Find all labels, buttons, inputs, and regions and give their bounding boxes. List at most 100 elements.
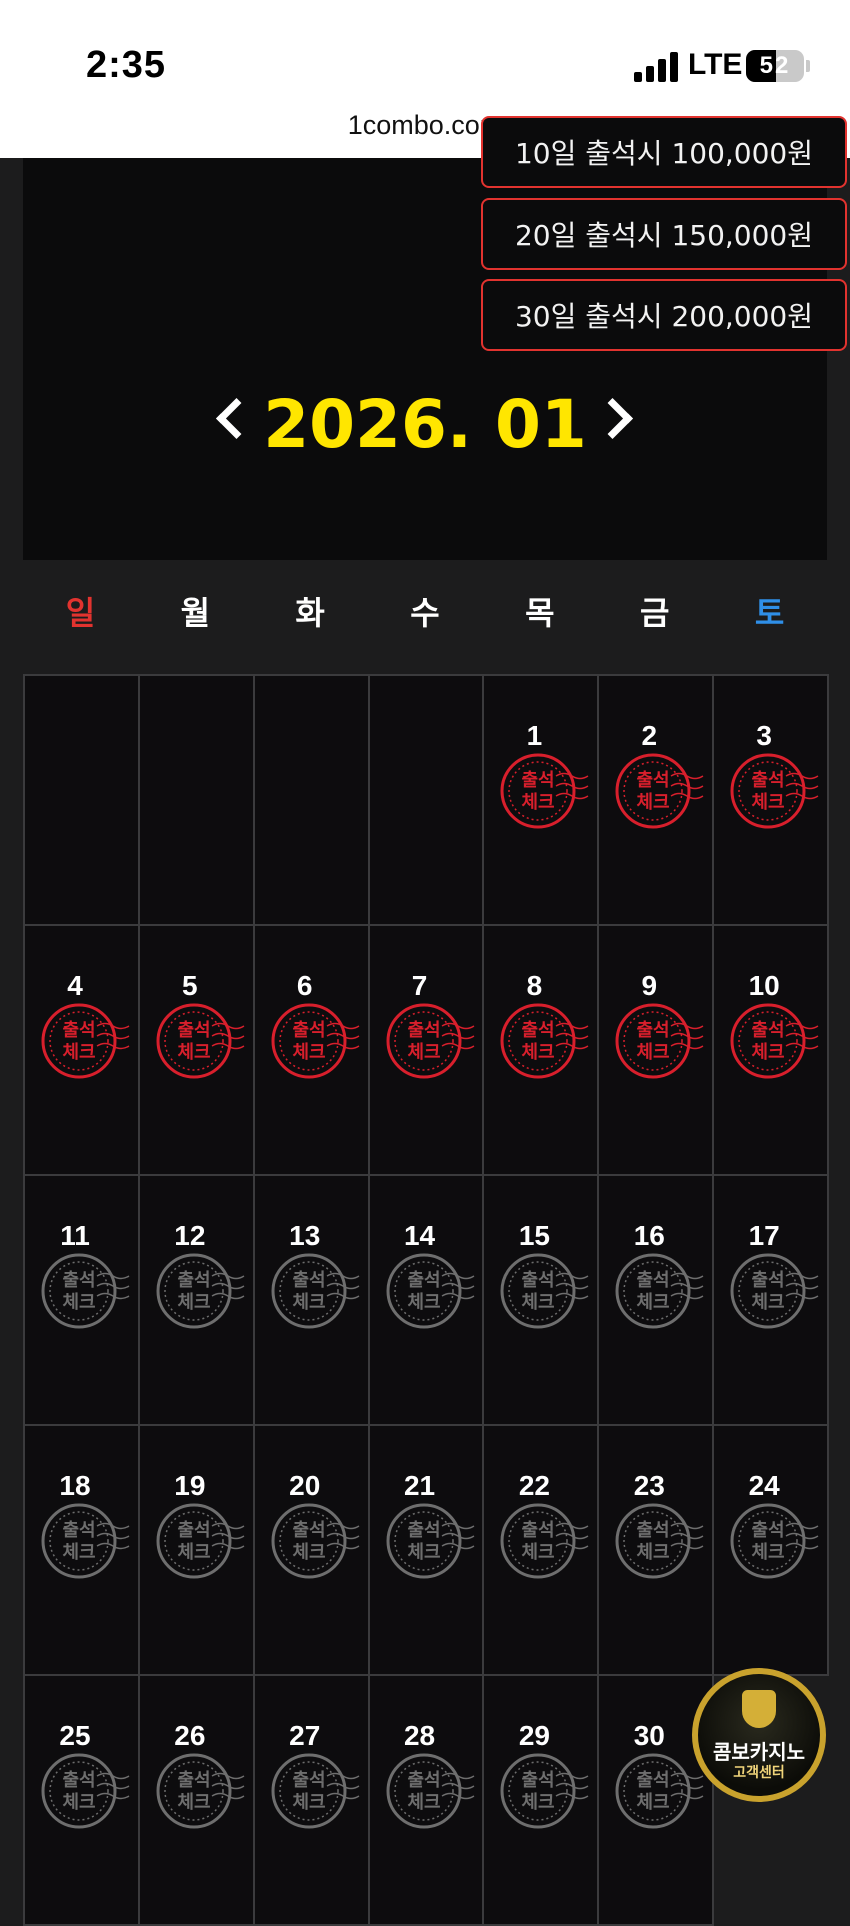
svg-text:출석: 출석 xyxy=(752,1020,785,1041)
attendance-stamp-checked-icon: 출석 체크 xyxy=(382,996,482,1086)
attendance-stamp-empty-icon: 출석 체크 xyxy=(726,1496,826,1586)
attendance-stamp-empty-icon: 출석 체크 xyxy=(37,1496,137,1586)
svg-text:체크: 체크 xyxy=(637,1292,670,1313)
weekday-label: 목 xyxy=(525,594,555,632)
svg-text:체크: 체크 xyxy=(637,1042,670,1063)
attendance-stamp-empty-icon: 출석 체크 xyxy=(611,1246,711,1336)
svg-text:출석: 출석 xyxy=(637,1270,670,1291)
calendar-day-cell[interactable]: 20 출석 체크 xyxy=(254,1426,370,1676)
month-navigation: 2026. 01 xyxy=(0,386,850,463)
svg-text:체크: 체크 xyxy=(637,1792,670,1813)
calendar-day-cell[interactable]: 24 출석 체크 xyxy=(714,1426,829,1676)
battery-tip xyxy=(806,60,810,72)
svg-text:체크: 체크 xyxy=(522,1042,555,1063)
svg-text:체크: 체크 xyxy=(292,1292,325,1313)
calendar-day-cell[interactable]: 3 출석 체크 xyxy=(714,676,829,926)
svg-text:출석: 출석 xyxy=(177,1020,210,1041)
attendance-stamp-checked-icon: 출석 체크 xyxy=(496,746,596,836)
calendar-day-cell[interactable]: 17 출석 체크 xyxy=(714,1176,829,1426)
weekday-header: 일월화수목금토 xyxy=(23,588,827,648)
calendar-day-cell[interactable]: 16 출석 체크 xyxy=(599,1176,715,1426)
svg-text:출석: 출석 xyxy=(752,1270,785,1291)
attendance-stamp-empty-icon: 출석 체크 xyxy=(267,1246,367,1336)
calendar-day-cell[interactable]: 26 출석 체크 xyxy=(139,1676,255,1926)
attendance-stamp-checked-icon: 출석 체크 xyxy=(152,996,252,1086)
attendance-stamp-empty-icon: 출석 체크 xyxy=(611,1496,711,1586)
weekday-label: 토 xyxy=(754,594,785,632)
calendar-day-cell[interactable]: 15 출석 체크 xyxy=(484,1176,600,1426)
svg-text:출석: 출석 xyxy=(637,1020,670,1041)
battery-icon: 52 xyxy=(746,50,804,82)
attendance-stamp-checked-icon: 출석 체크 xyxy=(611,746,711,836)
svg-text:출석: 출석 xyxy=(292,1020,325,1041)
calendar-day-cell[interactable]: 13 출석 체크 xyxy=(254,1176,370,1426)
svg-text:체크: 체크 xyxy=(522,1792,555,1813)
calendar-day-cell[interactable]: 5 출석 체크 xyxy=(139,926,255,1176)
calendar-empty-cell xyxy=(25,676,140,926)
weekday-label: 월 xyxy=(180,594,211,632)
attendance-stamp-checked-icon: 출석 체크 xyxy=(726,996,826,1086)
calendar-day-cell[interactable]: 25 출석 체크 xyxy=(25,1676,140,1926)
battery-level: 52 xyxy=(759,52,791,79)
svg-text:체크: 체크 xyxy=(752,1292,785,1313)
calendar-day-cell[interactable]: 28 출석 체크 xyxy=(369,1676,485,1926)
weekday-label: 화 xyxy=(295,594,325,632)
calendar-day-cell[interactable]: 23 출석 체크 xyxy=(599,1426,715,1676)
svg-text:체크: 체크 xyxy=(522,1292,555,1313)
svg-text:체크: 체크 xyxy=(637,792,670,813)
calendar-day-cell[interactable]: 19 출석 체크 xyxy=(139,1426,255,1676)
calendar-day-cell[interactable]: 8 출석 체크 xyxy=(484,926,600,1176)
svg-text:출석: 출석 xyxy=(752,770,785,791)
calendar-day-cell[interactable]: 14 출석 체크 xyxy=(369,1176,485,1426)
attendance-stamp-checked-icon: 출석 체크 xyxy=(726,746,826,836)
attendance-stamp-empty-icon: 출석 체크 xyxy=(382,1746,482,1836)
svg-text:체크: 체크 xyxy=(62,1792,95,1813)
attendance-stamp-empty-icon: 출석 체크 xyxy=(726,1246,826,1336)
weekday-label: 금 xyxy=(640,594,670,632)
calendar-day-cell[interactable]: 12 출석 체크 xyxy=(139,1176,255,1426)
calendar-day-cell[interactable]: 4 출석 체크 xyxy=(25,926,140,1176)
network-label: LTE xyxy=(688,48,743,81)
attendance-stamp-empty-icon: 출석 체크 xyxy=(382,1496,482,1586)
svg-text:출석: 출석 xyxy=(637,770,670,791)
attendance-stamp-empty-icon: 출석 체크 xyxy=(496,1246,596,1336)
calendar-day-cell[interactable]: 18 출석 체크 xyxy=(25,1426,140,1676)
svg-text:체크: 체크 xyxy=(292,1792,325,1813)
attendance-stamp-checked-icon: 출석 체크 xyxy=(37,996,137,1086)
svg-text:체크: 체크 xyxy=(752,1542,785,1563)
svg-text:출석: 출석 xyxy=(407,1520,440,1541)
calendar-day-cell[interactable]: 29 출석 체크 xyxy=(484,1676,600,1926)
attendance-panel: 10일 출석시 100,000원 20일 출석시 150,000원 30일 출석… xyxy=(23,116,847,560)
svg-text:출석: 출석 xyxy=(177,1520,210,1541)
calendar-day-cell[interactable]: 1 출석 체크 xyxy=(484,676,600,926)
svg-text:체크: 체크 xyxy=(522,792,555,813)
calendar-day-cell[interactable]: 9 출석 체크 xyxy=(599,926,715,1176)
svg-text:출석: 출석 xyxy=(177,1270,210,1291)
svg-text:체크: 체크 xyxy=(62,1292,95,1313)
calendar-empty-cell xyxy=(369,676,485,926)
attendance-stamp-empty-icon: 출석 체크 xyxy=(267,1496,367,1586)
svg-text:체크: 체크 xyxy=(407,1792,440,1813)
calendar-day-cell[interactable]: 11 출석 체크 xyxy=(25,1176,140,1426)
signal-icon xyxy=(634,52,678,82)
calendar-day-cell[interactable]: 7 출석 체크 xyxy=(369,926,485,1176)
reward-10-days: 10일 출석시 100,000원 xyxy=(481,116,847,188)
svg-text:체크: 체크 xyxy=(637,1542,670,1563)
calendar-day-cell[interactable]: 10 출석 체크 xyxy=(714,926,829,1176)
customer-center-button[interactable]: 콤보카지노 고객센터 xyxy=(692,1668,826,1802)
calendar-day-cell[interactable]: 2 출석 체크 xyxy=(599,676,715,926)
attendance-stamp-empty-icon: 출석 체크 xyxy=(152,1746,252,1836)
svg-text:출석: 출석 xyxy=(292,1770,325,1791)
svg-text:출석: 출석 xyxy=(62,1020,95,1041)
svg-text:출석: 출석 xyxy=(62,1770,95,1791)
attendance-stamp-empty-icon: 출석 체크 xyxy=(267,1746,367,1836)
calendar-day-cell[interactable]: 21 출석 체크 xyxy=(369,1426,485,1676)
calendar-day-cell[interactable]: 6 출석 체크 xyxy=(254,926,370,1176)
weekday-label: 수 xyxy=(410,594,440,632)
attendance-stamp-checked-icon: 출석 체크 xyxy=(611,996,711,1086)
calendar-day-cell[interactable]: 22 출석 체크 xyxy=(484,1426,600,1676)
calendar-day-cell[interactable]: 27 출석 체크 xyxy=(254,1676,370,1926)
svg-text:체크: 체크 xyxy=(292,1542,325,1563)
svg-text:출석: 출석 xyxy=(522,1520,555,1541)
svg-text:출석: 출석 xyxy=(522,1770,555,1791)
